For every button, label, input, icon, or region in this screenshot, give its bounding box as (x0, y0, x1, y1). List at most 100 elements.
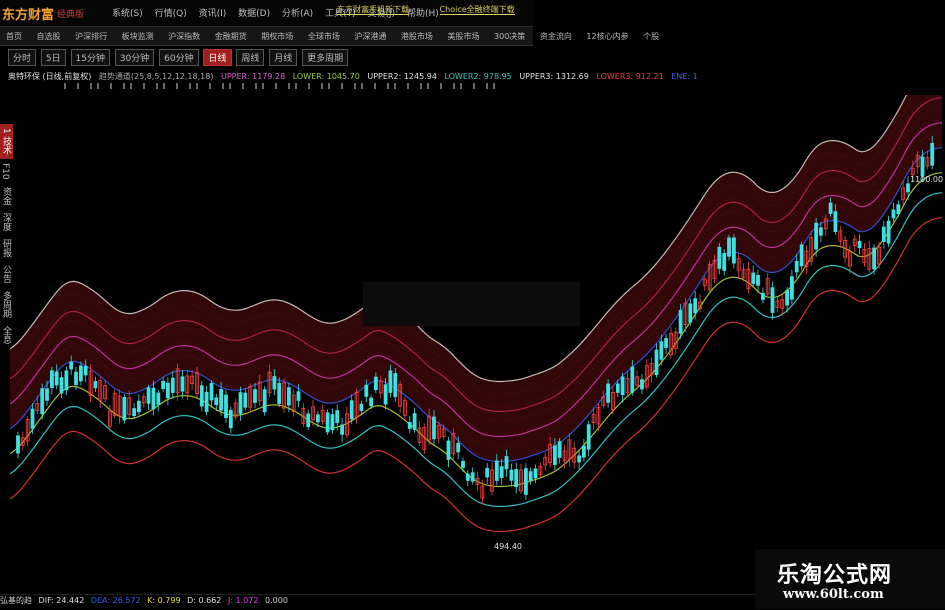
nav-core[interactable]: 12核心内参 (580, 27, 634, 42)
candle-body (325, 412, 330, 433)
candle-body (306, 413, 311, 428)
candle-body (814, 222, 818, 250)
candle-body (640, 379, 644, 390)
candle-body (16, 435, 20, 454)
candle-body (277, 382, 282, 404)
candle-body (253, 389, 257, 403)
menu-item-info[interactable]: 资讯(I) (199, 9, 227, 19)
candle-body (785, 289, 789, 306)
candle-body (238, 392, 243, 414)
candle-body (30, 408, 35, 429)
period-tab-weekly[interactable]: 周线 (236, 49, 265, 66)
period-tab-daily[interactable]: 日线 (203, 49, 232, 66)
nav-watchlist[interactable]: 自选股 (31, 27, 67, 42)
candle-body (751, 272, 756, 284)
candle-body (369, 397, 374, 407)
nav-sector[interactable]: 板块监测 (116, 27, 160, 42)
nav-home[interactable]: 首页 (0, 27, 28, 42)
candle-body (446, 440, 451, 460)
period-tab-15min[interactable]: 15分钟 (70, 49, 110, 66)
candle-body (296, 391, 301, 401)
candle-body (794, 260, 799, 273)
candle-body (654, 349, 659, 376)
candle-body (262, 389, 267, 413)
candle-body (146, 387, 151, 404)
candle-body (799, 244, 804, 267)
nav-hk[interactable]: 港股市场 (395, 27, 439, 42)
candle-body (881, 226, 886, 242)
period-tab-intraday[interactable]: 分时 (8, 49, 37, 66)
candle-body (407, 422, 412, 429)
candle-body (465, 473, 470, 481)
candle-body (93, 380, 98, 389)
period-tab-30min[interactable]: 30分钟 (114, 49, 155, 66)
watermark-title: 乐淘公式网 (777, 563, 893, 588)
candle-body (693, 298, 698, 314)
kdj-j: J: 1.072 (227, 596, 259, 605)
candle-body (214, 397, 219, 405)
candle-body (64, 370, 69, 391)
candle-body (886, 220, 891, 244)
nav-bar: 首页 自选股 沪深排行 板块监测 沪深指数 金融期货 期权市场 全球市场 沪深港… (0, 26, 659, 46)
period-tab-more[interactable]: 更多周期 (302, 49, 349, 66)
mobile-download-link[interactable]: 东方财富手机新下载 (337, 5, 409, 15)
candle-body (137, 400, 141, 413)
candle-body (461, 460, 465, 468)
app-logo: 东方财富 经典版 (2, 2, 110, 24)
nav-300[interactable]: 300决策 (488, 27, 531, 42)
choice-download-link[interactable]: Choice全融终端下载 (439, 5, 515, 15)
menu-item-analysis[interactable]: 分析(A) (282, 9, 313, 19)
candle-body (717, 246, 722, 269)
candle-body (494, 460, 499, 481)
menu-item-system[interactable]: 系统(S) (112, 9, 143, 19)
candle-body (553, 445, 557, 465)
candle-body (819, 227, 823, 236)
candle-body (557, 441, 562, 458)
candle-body (432, 416, 436, 440)
candle-body (40, 388, 45, 415)
candle-body (59, 377, 64, 394)
candle-body (388, 370, 393, 393)
nav-us[interactable]: 美股市场 (441, 27, 485, 42)
menu-item-quotes[interactable]: 行情(Q) (155, 9, 187, 19)
candle-body (499, 466, 504, 479)
nav-flow[interactable]: 资金流向 (534, 27, 578, 42)
candle-body (664, 338, 668, 349)
price-label-low: 494.40 (494, 542, 522, 551)
candle-body (872, 247, 876, 270)
period-tab-monthly[interactable]: 月线 (269, 49, 298, 66)
candle-body (156, 392, 161, 405)
period-tab-60min[interactable]: 60分钟 (159, 49, 199, 66)
candle-body (83, 365, 88, 376)
nav-options[interactable]: 期权市场 (255, 27, 299, 42)
nav-global[interactable]: 全球市场 (302, 27, 346, 42)
nav-stock[interactable]: 个股 (637, 27, 665, 42)
candle-body (732, 237, 736, 264)
side-tab-f10[interactable]: F10 (0, 159, 10, 184)
candle-body (204, 391, 209, 412)
candle-body (620, 376, 625, 396)
nav-ranking[interactable]: 沪深排行 (69, 27, 113, 42)
macd-dif: DIF: 24.442 (38, 596, 85, 605)
menu-item-data[interactable]: 数据(D) (238, 9, 270, 19)
candle-body (528, 471, 533, 482)
candle-body (224, 394, 228, 419)
candle-body (45, 388, 49, 401)
candle-body (69, 361, 74, 370)
edition-label: 经典版 (57, 9, 85, 20)
nav-index[interactable]: 沪深指数 (162, 27, 206, 42)
nav-futures[interactable]: 金融期货 (209, 27, 253, 42)
candle-body (74, 371, 78, 386)
kline-chart[interactable]: 1100.00 494.40 (10, 95, 945, 590)
candle-body (524, 468, 528, 495)
candle-body (586, 424, 591, 450)
nav-connect[interactable]: 沪深港通 (348, 27, 392, 42)
left-side-tabs: 1 技术 F10 资金 深度 研报 公告 多周期 全息 (0, 124, 13, 524)
upper3-value: UPPER3: 1312.69 (519, 72, 589, 81)
price-label-high: 1100.00 (910, 175, 943, 184)
period-tab-5day[interactable]: 5日 (40, 49, 66, 66)
candle-body (504, 456, 509, 470)
candle-body (790, 276, 794, 300)
channel-band-fill (10, 95, 942, 462)
ene-value: ENE: 1 (671, 72, 698, 81)
